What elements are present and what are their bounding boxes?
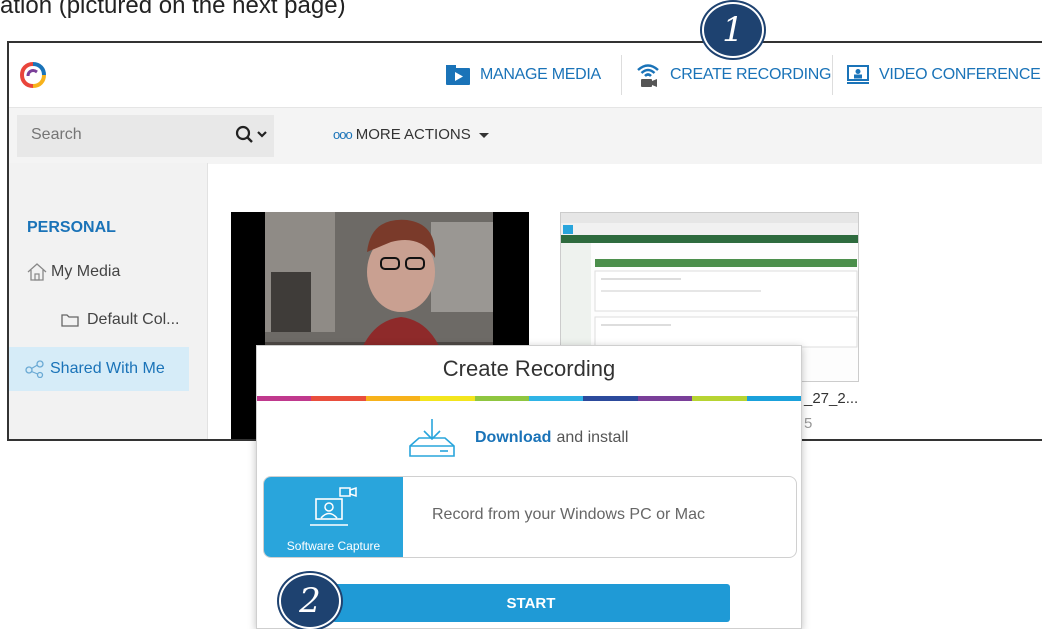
more-dots-icon: ooo — [333, 127, 353, 142]
create-recording-dialog: Create Recording Download and install So… — [256, 345, 802, 629]
software-capture-option[interactable]: Software Capture Record from your Window… — [263, 476, 797, 558]
search-input[interactable] — [31, 126, 211, 144]
document-caption: ation (pictured on the next page) — [0, 0, 346, 19]
sidebar-title: PERSONAL — [27, 219, 116, 236]
manage-media-label: MANAGE MEDIA — [480, 66, 601, 83]
media-folder-icon — [446, 65, 470, 85]
rainbow-segment — [692, 396, 747, 401]
more-actions-menu[interactable]: ooo MORE ACTIONS — [333, 126, 491, 143]
search-icon — [235, 125, 267, 143]
capture-description: Record from your Windows PC or Mac — [432, 506, 705, 523]
sidebar-item-label: My Media — [51, 263, 121, 280]
create-recording-link[interactable]: CREATE RECORDING — [636, 60, 831, 90]
download-link[interactable]: Download — [475, 429, 551, 447]
rainbow-segment — [637, 396, 693, 401]
caret-down-icon — [478, 132, 489, 138]
rainbow-segment — [257, 396, 312, 401]
search-box — [17, 115, 274, 157]
video-conference-link[interactable]: VIDEO CONFERENCE — [847, 60, 1041, 90]
dialog-title: Create Recording — [442, 356, 616, 381]
rainbow-segment — [529, 396, 584, 401]
sidebar-item-shared-with-me[interactable]: Shared With Me — [9, 347, 189, 391]
folder-icon — [61, 314, 79, 327]
rainbow-segment — [420, 396, 475, 401]
manage-media-link[interactable]: MANAGE MEDIA — [446, 60, 601, 90]
search-button[interactable] — [235, 125, 269, 150]
sidebar-item-label: Shared With Me — [50, 360, 165, 377]
sidebar-item-default-collection[interactable]: Default Col... — [61, 311, 179, 329]
video-conference-label: VIDEO CONFERENCE — [879, 66, 1041, 83]
step-badge-2: 2 — [279, 573, 341, 629]
software-capture-tile[interactable]: Software Capture — [264, 477, 403, 557]
start-button[interactable]: START — [332, 584, 730, 622]
sidebar-item-label: Default Col... — [87, 311, 180, 328]
search-toolbar: ooo MORE ACTIONS — [9, 107, 1042, 164]
rainbow-segment — [583, 396, 638, 401]
download-text: and install — [556, 429, 629, 446]
media-card-meta: 5 — [804, 415, 813, 432]
screen-camera-icon — [309, 486, 357, 526]
sidebar: PERSONAL My Media Default Col... Shared … — [9, 163, 208, 439]
share-icon — [25, 360, 44, 378]
recording-wifi-icon — [637, 64, 659, 87]
sidebar-item-my-media[interactable]: My Media — [27, 263, 120, 281]
home-icon — [27, 263, 47, 281]
rainbow-segment — [365, 396, 421, 401]
rainbow-divider — [257, 396, 801, 401]
download-row: Download and install — [407, 418, 628, 458]
rainbow-segment — [311, 396, 366, 401]
nav-divider — [832, 55, 833, 95]
video-conference-icon — [847, 65, 869, 84]
download-tray-icon — [409, 419, 455, 457]
app-logo-icon[interactable] — [19, 61, 47, 89]
top-navigation-bar: MANAGE MEDIA CREATE RECORDING VIDEO CONF… — [9, 43, 1042, 107]
media-card-title[interactable]: _27_2... — [804, 390, 858, 407]
rainbow-segment — [746, 396, 801, 401]
software-capture-label: Software Capture — [286, 539, 381, 553]
step-badge-1: 1 — [702, 2, 764, 58]
create-recording-label: CREATE RECORDING — [670, 66, 832, 83]
rainbow-segment — [474, 396, 530, 401]
more-actions-label: MORE ACTIONS — [355, 126, 471, 143]
nav-divider — [621, 55, 622, 95]
